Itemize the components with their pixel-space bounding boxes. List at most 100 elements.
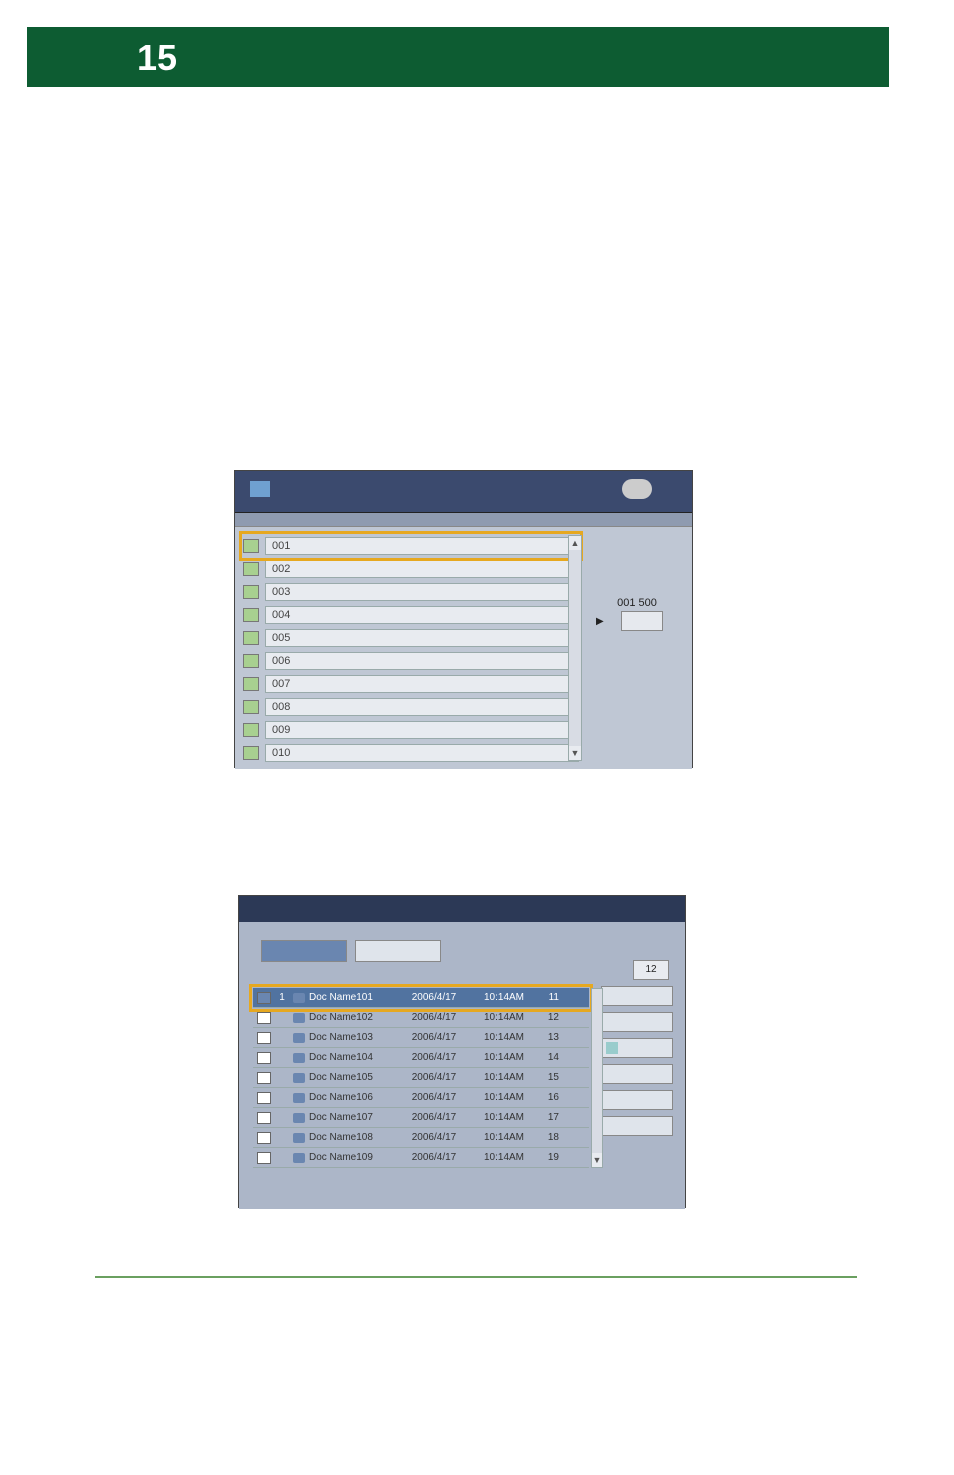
doc-num: 16 (539, 1092, 563, 1103)
scroll-up-icon[interactable]: ▲ (569, 536, 581, 550)
doc-scrollbar[interactable]: ▼ (591, 988, 603, 1168)
doc-time: 10:14AM (469, 1092, 539, 1103)
panel-toolbar (235, 471, 692, 513)
side-button[interactable] (601, 1116, 673, 1136)
doc-icon (293, 1153, 305, 1163)
address-field[interactable]: 008 (265, 698, 579, 716)
page-header: 15 (27, 27, 889, 87)
address-field[interactable]: 005 (265, 629, 579, 647)
doc-icon (293, 1113, 305, 1123)
document-row[interactable]: Doc Name1042006/4/1710:14AM14 (253, 1048, 589, 1068)
panel-side: 001 500 ▶ (596, 597, 678, 633)
doc-num: 15 (539, 1072, 563, 1083)
address-field[interactable]: 009 (265, 721, 579, 739)
folder-icon (243, 631, 259, 645)
address-row[interactable]: 008 (243, 696, 579, 718)
doc-panel-body: 12 1Doc Name1012006/4/1710:14AM11Doc Nam… (239, 932, 685, 1209)
address-row[interactable]: 006 (243, 650, 579, 672)
address-row[interactable]: 005 (243, 627, 579, 649)
document-row[interactable]: Doc Name1092006/4/1710:14AM19 (253, 1148, 589, 1168)
doc-name: Doc Name108 (309, 1132, 399, 1143)
doc-date: 2006/4/17 (399, 1032, 469, 1043)
doc-num: 17 (539, 1112, 563, 1123)
checkbox[interactable] (257, 1032, 271, 1044)
doc-date: 2006/4/17 (399, 1052, 469, 1063)
doc-icon (293, 1053, 305, 1063)
document-row[interactable]: 1Doc Name1012006/4/1710:14AM11 (253, 988, 589, 1008)
checkbox[interactable] (257, 1072, 271, 1084)
address-row[interactable]: 001 (243, 535, 579, 557)
address-field[interactable]: 001 (265, 537, 579, 555)
doc-tab[interactable] (355, 940, 441, 962)
document-row[interactable]: Doc Name1022006/4/1710:14AM12 (253, 1008, 589, 1028)
doc-date: 2006/4/17 (399, 1012, 469, 1023)
address-field[interactable]: 006 (265, 652, 579, 670)
checkbox[interactable] (257, 1152, 271, 1164)
doc-tabs (261, 940, 441, 962)
side-button[interactable] (601, 1064, 673, 1084)
doc-time: 10:14AM (469, 1032, 539, 1043)
panel-body: 001 002 003 004 005 006 007 008 009 010 ▲ ▼ 001 5… (235, 527, 692, 769)
side-button[interactable] (601, 1090, 673, 1110)
play-icon: ▶ (596, 616, 604, 627)
address-field[interactable]: 002 (265, 560, 579, 578)
doc-name: Doc Name107 (309, 1112, 399, 1123)
doc-time: 10:14AM (469, 1132, 539, 1143)
document-row[interactable]: Doc Name1072006/4/1710:14AM17 (253, 1108, 589, 1128)
doc-panel-sep (239, 922, 685, 932)
address-field[interactable]: 004 (265, 606, 579, 624)
document-row[interactable]: Doc Name1062006/4/1710:14AM16 (253, 1088, 589, 1108)
doc-name: Doc Name104 (309, 1052, 399, 1063)
address-row[interactable]: 004 (243, 604, 579, 626)
doc-name: Doc Name101 (309, 992, 399, 1003)
footer-divider (95, 1276, 857, 1278)
checkbox[interactable] (257, 1092, 271, 1104)
doc-icon (293, 1133, 305, 1143)
folder-icon (243, 539, 259, 553)
address-field[interactable]: 010 (265, 744, 579, 762)
doc-time: 10:14AM (469, 1012, 539, 1023)
folder-icon (243, 700, 259, 714)
doc-date: 2006/4/17 (399, 1132, 469, 1143)
address-field[interactable]: 003 (265, 583, 579, 601)
document-row[interactable]: Doc Name1052006/4/1710:14AM15 (253, 1068, 589, 1088)
doc-panel-header (239, 896, 685, 922)
doc-icon (293, 1073, 305, 1083)
checkbox[interactable] (257, 1112, 271, 1124)
panel-subbar (235, 513, 692, 527)
doc-tab-active[interactable] (261, 940, 347, 962)
folder-icon (243, 746, 259, 760)
doc-date: 2006/4/17 (399, 1112, 469, 1123)
doc-num: 18 (539, 1132, 563, 1143)
doc-date: 2006/4/17 (399, 1072, 469, 1083)
address-row[interactable]: 002 (243, 558, 579, 580)
page-button[interactable] (621, 611, 663, 631)
address-row[interactable]: 009 (243, 719, 579, 741)
scrollbar[interactable]: ▲ ▼ (568, 535, 582, 761)
document-row[interactable]: Doc Name1082006/4/1710:14AM18 (253, 1128, 589, 1148)
keyboard-icon[interactable] (622, 479, 652, 499)
folder-icon (243, 608, 259, 622)
scroll-down-icon[interactable]: ▼ (569, 746, 581, 760)
scroll-down-icon[interactable]: ▼ (592, 1153, 602, 1167)
address-row-list: 001 002 003 004 005 006 007 008 009 010 (243, 535, 579, 765)
doc-time: 10:14AM (469, 1052, 539, 1063)
page-number: 15 (137, 37, 177, 79)
side-button[interactable] (601, 1012, 673, 1032)
address-field[interactable]: 007 (265, 675, 579, 693)
send-icon[interactable] (250, 481, 270, 497)
checkbox[interactable] (257, 1052, 271, 1064)
side-button[interactable] (601, 986, 673, 1006)
doc-icon (293, 993, 305, 1003)
checkbox[interactable] (257, 1132, 271, 1144)
doc-num: 19 (539, 1152, 563, 1163)
address-row[interactable]: 010 (243, 742, 579, 764)
document-row[interactable]: Doc Name1032006/4/1710:14AM13 (253, 1028, 589, 1048)
checkbox[interactable] (257, 1012, 271, 1024)
checkbox[interactable] (257, 992, 271, 1004)
address-row[interactable]: 007 (243, 673, 579, 695)
doc-num: 14 (539, 1052, 563, 1063)
doc-date: 2006/4/17 (399, 992, 469, 1003)
side-button[interactable] (601, 1038, 673, 1058)
address-row[interactable]: 003 (243, 581, 579, 603)
